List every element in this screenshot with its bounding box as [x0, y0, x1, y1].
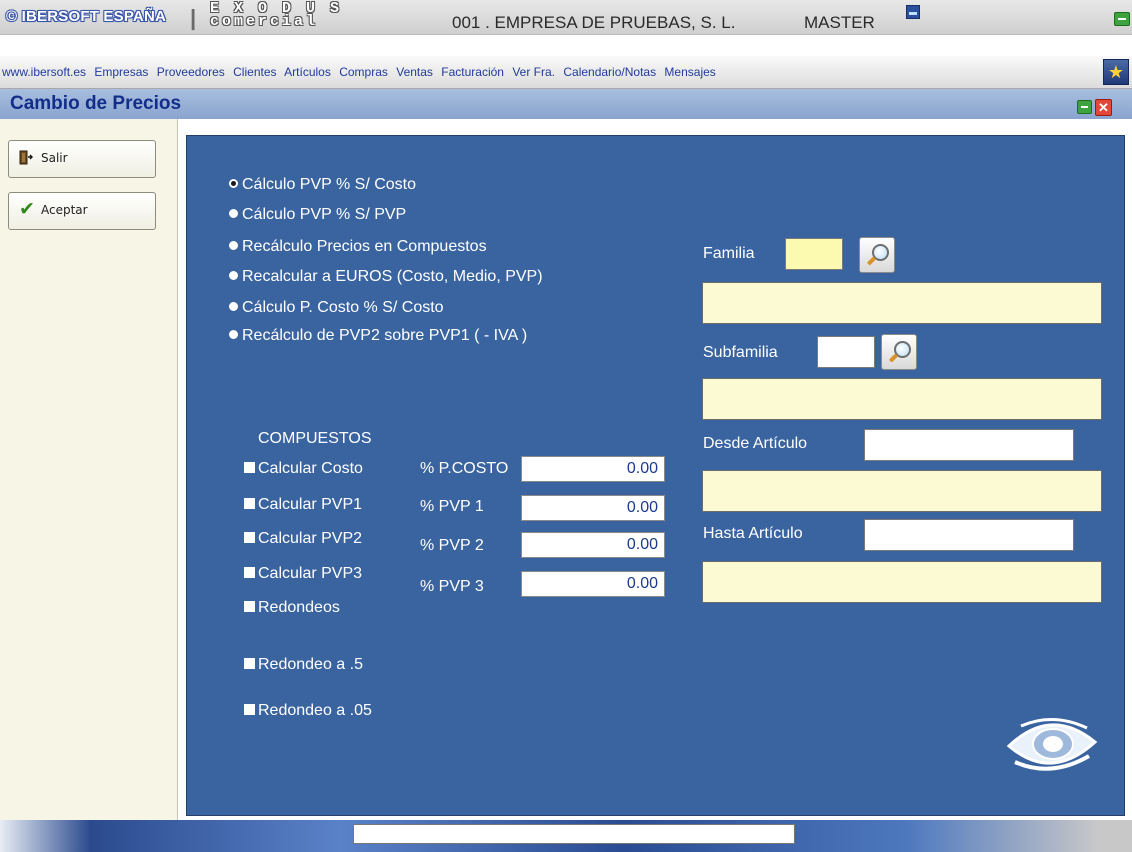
menu-item-articulos[interactable]: Artículos — [284, 65, 331, 79]
menu-item-website[interactable]: www.ibersoft.es — [2, 65, 86, 79]
subfamilia-label: Subfamilia — [703, 344, 778, 361]
desde-articulo-label: Desde Artículo — [703, 435, 808, 452]
familia-code-input[interactable] — [785, 238, 843, 270]
minimize-icon[interactable] — [1077, 100, 1092, 114]
product-logo: E X O D U S comercial — [210, 1, 342, 29]
checkbox-redondeos[interactable]: Redondeos — [244, 599, 340, 617]
radio-option[interactable]: Cálculo PVP % S/ PVP — [229, 206, 406, 224]
close-icon[interactable]: ✕ — [1095, 99, 1112, 116]
subfamilia-code-input[interactable] — [817, 336, 875, 368]
subfamilia-search-button[interactable] — [881, 334, 917, 370]
hasta-articulo-label: Hasta Artículo — [703, 525, 803, 542]
radio-option[interactable]: Cálculo PVP % S/ Costo — [229, 176, 416, 194]
familia-label: Familia — [703, 245, 755, 262]
desde-articulo-input[interactable] — [864, 429, 1074, 461]
menu-item-mensajes[interactable]: Mensajes — [664, 65, 715, 79]
pct-pvp1-label: % PVP 1 — [420, 498, 484, 515]
eye-logo-icon — [1006, 717, 1098, 771]
pct-pvp1-input[interactable]: 0.00 — [521, 495, 665, 521]
checkbox-calcular-costo[interactable]: Calcular Costo — [244, 460, 363, 478]
app-header: © IBERSOFT ESPAÑA | E X O D U S comercia… — [0, 0, 1132, 35]
magnifier-handle — [866, 256, 877, 266]
subfamilia-description-field — [702, 378, 1102, 420]
radio-option[interactable]: Cálculo P. Costo % S/ Costo — [229, 299, 444, 317]
radio-label: Recálculo Precios en Compuestos — [242, 238, 487, 255]
checkbox-icon — [244, 498, 255, 509]
radio-label: Cálculo P. Costo % S/ Costo — [242, 299, 444, 316]
checkbox-label: Calcular PVP1 — [258, 496, 363, 513]
hasta-articulo-input[interactable] — [864, 519, 1074, 551]
checkbox-calcular-pvp3[interactable]: Calcular PVP3 — [244, 565, 362, 583]
menu-items: www.ibersoft.es Empresas Proveedores Cli… — [2, 65, 721, 79]
checkbox-icon — [244, 704, 255, 715]
window-icon[interactable] — [906, 5, 920, 19]
checkbox-label: Calcular Costo — [258, 460, 363, 477]
menu-item-empresas[interactable]: Empresas — [94, 65, 148, 79]
checkbox-icon — [244, 658, 255, 669]
checkbox-calcular-pvp2[interactable]: Calcular PVP2 — [244, 530, 362, 548]
menu-item-compras[interactable]: Compras — [339, 65, 388, 79]
radio-icon — [229, 330, 238, 339]
menu-item-ventas[interactable]: Ventas — [396, 65, 433, 79]
radio-selected-icon — [229, 179, 238, 188]
familia-search-button[interactable] — [859, 237, 895, 273]
radio-label: Cálculo PVP % S/ Costo — [242, 176, 417, 193]
company-name: 001 . EMPRESA DE PRUEBAS, S. L. — [452, 13, 736, 32]
menu-item-proveedores[interactable]: Proveedores — [157, 65, 225, 79]
radio-icon — [229, 271, 238, 280]
checkbox-redondeo-5[interactable]: Redondeo a .5 — [244, 656, 363, 674]
radio-option[interactable]: Recálculo de PVP2 sobre PVP1 ( - IVA ) — [229, 327, 527, 345]
familia-description-field — [702, 282, 1102, 324]
aceptar-button[interactable]: ✔ Aceptar — [8, 192, 156, 230]
checkbox-label: Calcular PVP2 — [258, 530, 363, 547]
status-field — [353, 824, 795, 844]
radio-label: Recalcular a EUROS (Costo, Medio, PVP) — [242, 268, 543, 285]
brand-separator: | — [190, 5, 197, 30]
checkbox-icon — [244, 567, 255, 578]
checkbox-redondeo-05[interactable]: Redondeo a .05 — [244, 702, 372, 720]
pct-pvp2-input[interactable]: 0.00 — [521, 532, 665, 558]
radio-icon — [229, 302, 238, 311]
radio-label: Recálculo de PVP2 sobre PVP1 ( - IVA ) — [242, 327, 528, 344]
pct-pvp2-label: % PVP 2 — [420, 537, 484, 554]
radio-option[interactable]: Recálculo Precios en Compuestos — [229, 238, 487, 256]
app-minimize-icon[interactable] — [1114, 12, 1130, 26]
pct-pvp3-label: % PVP 3 — [420, 578, 484, 595]
radio-option[interactable]: Recalcular a EUROS (Costo, Medio, PVP) — [229, 268, 543, 286]
menu-item-facturacion[interactable]: Facturación — [441, 65, 504, 79]
radio-label: Cálculo PVP % S/ PVP — [242, 206, 407, 223]
desde-articulo-description-field — [702, 470, 1102, 512]
star-icon[interactable]: ★ — [1103, 59, 1129, 85]
salir-label: Salir — [41, 151, 68, 165]
checkbox-label: Calcular PVP3 — [258, 565, 363, 582]
hasta-articulo-description-field — [702, 561, 1102, 603]
radio-icon — [229, 241, 238, 250]
checkbox-label: Redondeos — [258, 599, 340, 616]
pct-costo-label: % P.COSTO — [420, 460, 509, 477]
window-title-bar: Cambio de Precios ✕ — [0, 89, 1132, 119]
pct-pvp3-input[interactable]: 0.00 — [521, 571, 665, 597]
menu-item-clientes[interactable]: Clientes — [233, 65, 276, 79]
user-name: MASTER — [804, 13, 875, 32]
brand-logo: © IBERSOFT ESPAÑA — [6, 8, 167, 25]
checkbox-calcular-pvp1[interactable]: Calcular PVP1 — [244, 496, 362, 514]
checkmark-icon: ✔ — [19, 198, 35, 220]
compuestos-heading: COMPUESTOS — [258, 430, 372, 447]
salir-button[interactable]: Salir — [8, 140, 156, 178]
magnifier-handle — [888, 353, 899, 363]
checkbox-icon — [244, 462, 255, 473]
exit-door-icon — [19, 150, 33, 165]
radio-icon — [229, 209, 238, 218]
pct-costo-input[interactable]: 0.00 — [521, 456, 665, 482]
checkbox-label: Redondeo a .05 — [258, 702, 372, 719]
checkbox-icon — [244, 601, 255, 612]
menu-item-calendario[interactable]: Calendario/Notas — [563, 65, 656, 79]
menu-bar: www.ibersoft.es Empresas Proveedores Cli… — [0, 56, 1132, 89]
checkbox-label: Redondeo a .5 — [258, 656, 363, 673]
checkbox-icon — [244, 532, 255, 543]
page-title: Cambio de Precios — [10, 93, 182, 114]
menu-item-ver-fra[interactable]: Ver Fra. — [512, 65, 555, 79]
aceptar-label: Aceptar — [41, 203, 88, 217]
